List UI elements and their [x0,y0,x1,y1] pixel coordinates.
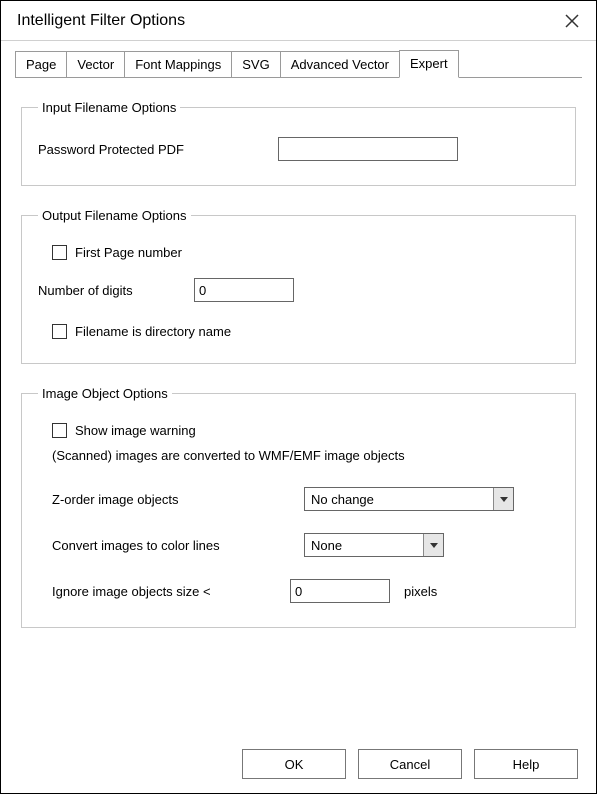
help-button[interactable]: Help [474,749,578,779]
chevron-down-icon [423,534,443,556]
digits-input[interactable] [194,278,294,302]
scanned-note: (Scanned) images are converted to WMF/EM… [52,448,405,463]
dialog-buttons: OK Cancel Help [242,749,578,779]
convert-select-value: None [305,538,423,553]
tab-advanced-vector[interactable]: Advanced Vector [280,51,400,78]
close-button[interactable] [560,9,584,33]
convert-label: Convert images to color lines [52,538,304,553]
tab-advanced-vector-label: Advanced Vector [291,57,389,72]
tab-bar: Page Vector Font Mappings SVG Advanced V… [1,41,596,78]
zorder-label: Z-order image objects [52,492,304,507]
tab-expert-label: Expert [410,56,448,71]
dialog-title: Intelligent Filter Options [17,12,185,30]
tab-font-mappings[interactable]: Font Mappings [124,51,232,78]
password-input[interactable] [278,137,458,161]
group-input-filename: Input Filename Options Password Protecte… [21,100,576,186]
zorder-select[interactable]: No change [304,487,514,511]
group-input-legend: Input Filename Options [38,100,180,115]
show-warning-checkbox[interactable] [52,423,67,438]
group-output-legend: Output Filename Options [38,208,191,223]
chevron-down-icon [493,488,513,510]
first-page-checkbox[interactable] [52,245,67,260]
filename-dir-checkbox[interactable] [52,324,67,339]
dialog-content: Input Filename Options Password Protecte… [1,78,596,660]
tab-expert[interactable]: Expert [399,50,459,78]
tab-vector[interactable]: Vector [66,51,125,78]
tab-vector-label: Vector [77,57,114,72]
tab-page[interactable]: Page [15,51,67,78]
title-bar: Intelligent Filter Options [1,1,596,41]
password-label: Password Protected PDF [38,142,278,157]
ok-button[interactable]: OK [242,749,346,779]
first-page-label: First Page number [75,245,182,260]
tab-page-label: Page [26,57,56,72]
show-warning-label: Show image warning [75,423,196,438]
tab-font-mappings-label: Font Mappings [135,57,221,72]
zorder-select-value: No change [305,492,493,507]
group-image-legend: Image Object Options [38,386,172,401]
convert-select[interactable]: None [304,533,444,557]
ignore-input[interactable] [290,579,390,603]
close-icon [565,14,579,28]
ignore-label: Ignore image objects size < [52,584,290,599]
digits-label: Number of digits [38,283,194,298]
filename-dir-label: Filename is directory name [75,324,231,339]
tab-svg-label: SVG [242,57,269,72]
cancel-button[interactable]: Cancel [358,749,462,779]
ignore-unit: pixels [404,584,437,599]
group-image-object: Image Object Options Show image warning … [21,386,576,628]
tab-svg[interactable]: SVG [231,51,280,78]
group-output-filename: Output Filename Options First Page numbe… [21,208,576,364]
